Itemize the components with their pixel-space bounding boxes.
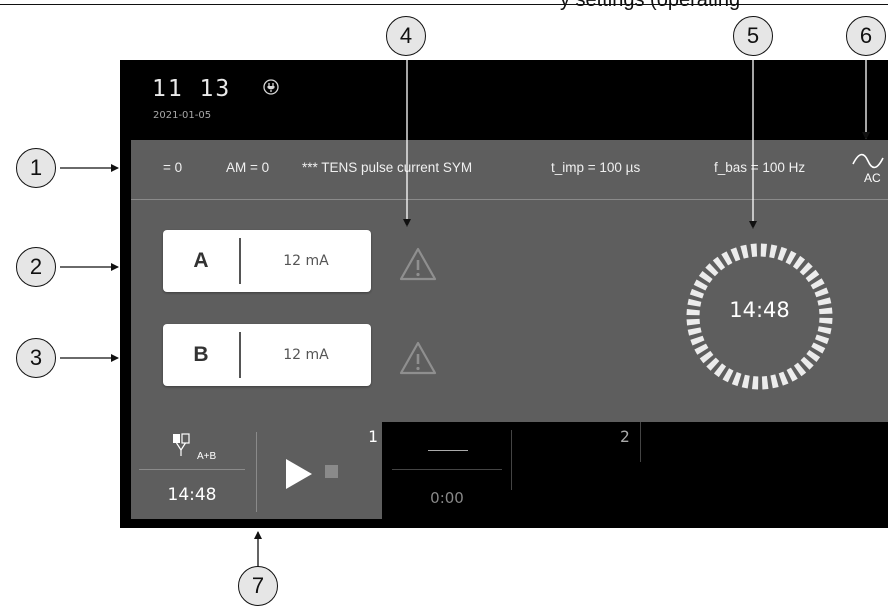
timer-segment — [814, 287, 829, 298]
timer-segment — [806, 349, 821, 363]
timer-segment — [750, 243, 758, 257]
device-screen: 11 13 2021-01-05 = 0 AM = 0 *** TENS pul… — [120, 60, 888, 528]
param-base-frequency: f_bas = 100 Hz — [714, 160, 806, 175]
timer-segment — [800, 356, 814, 370]
timer-segment — [689, 288, 704, 299]
treatment-timer: 14:48 — [729, 298, 790, 322]
channel-letter: B — [193, 343, 209, 366]
param-current-type: *** TENS pulse current SYM — [302, 160, 473, 175]
program-number: 1 — [368, 427, 378, 446]
parameter-line: = 0 AM = 0 *** TENS pulse current SYM t_… — [131, 140, 888, 199]
power-plug-icon — [263, 79, 279, 95]
timer-segment — [811, 342, 826, 354]
sine-wave-icon — [852, 153, 884, 169]
timer-segment — [805, 269, 820, 283]
top-caption-fragment: y settings (operating — [560, 0, 741, 11]
clock: 11 13 — [152, 76, 232, 102]
timer-segment — [712, 256, 726, 271]
program-number: 2 — [620, 427, 630, 446]
divider — [256, 432, 257, 512]
divider — [131, 199, 888, 200]
channel-a[interactable]: A 12 mA — [163, 230, 371, 292]
electrode-icon — [173, 433, 190, 456]
ac-indicator: AC — [845, 148, 888, 190]
warning-icon — [399, 341, 437, 375]
timer-segment — [770, 374, 779, 389]
timer-segment — [786, 367, 798, 382]
timer-segment — [792, 255, 806, 270]
timer-segment — [778, 371, 789, 386]
timer-segment — [769, 244, 778, 259]
timer-segment — [810, 278, 825, 290]
param-am: AM = 0 — [226, 160, 270, 175]
channel-b[interactable]: B 12 mA — [163, 324, 371, 386]
param-1: = 0 — [163, 160, 183, 175]
timer-segment — [793, 362, 807, 377]
callout-6: 6 — [846, 16, 886, 56]
timer-segment — [706, 357, 720, 371]
program-time: 0:00 — [430, 489, 464, 507]
callout-1: 1 — [16, 148, 56, 188]
callout-5: 5 — [733, 16, 773, 56]
play-icon[interactable] — [284, 458, 314, 490]
stop-icon[interactable] — [325, 465, 338, 478]
timer-segment — [777, 246, 788, 261]
callout-3: 3 — [16, 338, 56, 378]
callout-4: 4 — [386, 16, 426, 56]
divider — [139, 469, 245, 470]
date: 2021-01-05 — [153, 110, 212, 121]
param-pulse-width: t_imp = 100 µs — [551, 160, 641, 175]
timer-segment — [740, 244, 749, 259]
ac-label: AC — [864, 171, 881, 185]
timer-segment — [699, 350, 714, 364]
timer-segment — [694, 343, 709, 355]
timer-segment — [713, 363, 727, 378]
program-time: 14:48 — [167, 485, 217, 505]
top-rule — [0, 4, 888, 5]
timer-segment — [815, 334, 830, 345]
channel-intensity: 12 mA — [283, 253, 329, 269]
timer-segment — [799, 262, 813, 276]
divider — [640, 422, 641, 462]
callout-2: 2 — [16, 247, 56, 287]
warning-icon — [399, 247, 437, 281]
electrode-label: A+B — [197, 451, 217, 462]
timer-segment — [687, 327, 702, 336]
timer-segment — [721, 251, 733, 266]
timer-segment — [817, 326, 832, 335]
divider — [511, 430, 512, 490]
timer-segment — [785, 250, 797, 265]
stimulation-panel: = 0 AM = 0 *** TENS pulse current SYM t_… — [131, 140, 888, 422]
timer-segment — [731, 372, 742, 387]
empty-dash — [428, 450, 468, 451]
program-slot-2[interactable]: 0:00 2 — [384, 422, 888, 519]
timer-segment — [760, 243, 767, 257]
program-slot-1[interactable]: A+B 14:48 1 — [131, 422, 382, 519]
timer-segment — [761, 376, 769, 390]
divider — [392, 469, 502, 470]
timer-segment — [741, 374, 750, 389]
timer-segment — [698, 270, 713, 284]
timer-segment — [730, 247, 741, 262]
timer-segment — [752, 376, 759, 390]
channel-letter: A — [193, 249, 209, 272]
timer-segment — [722, 368, 734, 383]
timer-segment — [693, 279, 708, 291]
callout-7: 7 — [238, 566, 278, 606]
channel-intensity: 12 mA — [283, 347, 329, 363]
timer-segment — [690, 335, 705, 346]
timer-segment — [705, 263, 719, 277]
